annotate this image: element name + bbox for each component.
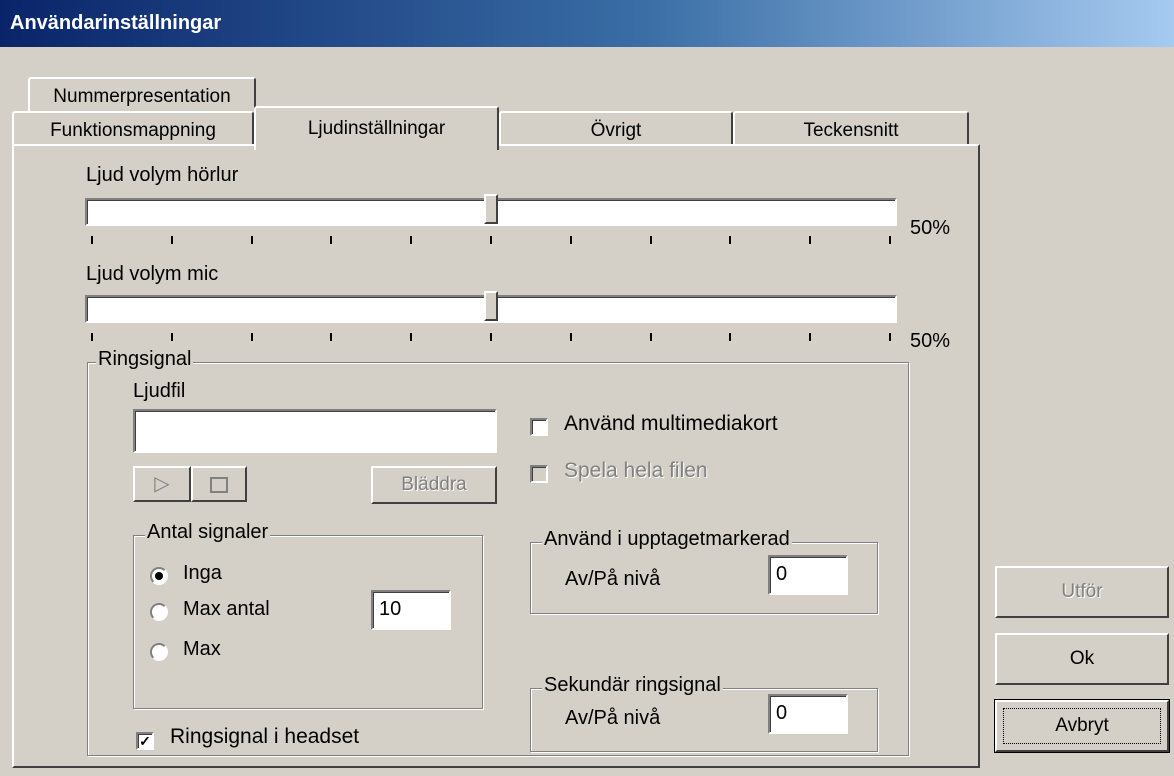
tab-ljudinstallningar[interactable]: Ljudinställningar [254,106,499,150]
mic-volume-thumb[interactable] [484,291,498,321]
radio-inga-label[interactable]: Inga [183,562,222,585]
slider-tick [649,333,652,341]
antal-signaler-legend: Antal signaler [145,521,271,544]
radio-max-antal-label[interactable]: Max antal [183,598,270,621]
slider-tick [889,333,891,341]
upptaget-legend: Använd i upptagetmarkerad [542,528,792,551]
use-multimedia-label[interactable]: Använd multimediakort [564,412,778,436]
slider-tick [330,333,333,341]
stop-button[interactable] [191,466,247,502]
play-button[interactable]: ▷ [133,466,191,502]
slider-tick [170,333,173,341]
stop-icon [210,476,228,493]
sekundar-level-input[interactable]: 0 [768,694,848,734]
slider-tick [889,236,891,244]
use-multimedia-checkbox[interactable] [530,418,548,436]
upptaget-level-input[interactable]: 0 [768,555,848,595]
radio-max-antal[interactable] [150,603,168,621]
ok-button[interactable]: Ok [995,633,1169,685]
sekundar-legend: Sekundär ringsignal [542,674,723,697]
slider-tick [330,236,333,244]
slider-tick [729,333,732,341]
radio-max[interactable] [150,643,168,661]
slider-tick [490,236,492,244]
browse-button[interactable]: Bläddra [371,466,497,504]
slider-tick [250,236,253,244]
slider-tick [809,333,812,341]
ringsignal-legend: Ringsignal [96,348,194,371]
headset-checkbox[interactable]: ✓ [136,732,154,750]
slider-tick [809,236,812,244]
slider-tick [410,236,413,244]
cancel-button[interactable]: Avbryt [994,699,1170,753]
radio-max-label[interactable]: Max [183,638,221,661]
slider-tick [569,236,572,244]
headphone-volume-value: 50% [910,217,951,239]
play-icon: ▷ [154,473,170,495]
tab-nummerpresentation[interactable]: Nummerpresentation [28,77,256,113]
slider-tick [490,333,492,341]
slider-tick [170,236,173,244]
headphone-volume-thumb[interactable] [484,194,498,224]
slider-tick [91,236,93,244]
slider-tick [569,333,572,341]
tab-funktionsmappning[interactable]: Funktionsmappning [12,111,254,146]
slider-tick [250,333,253,341]
title-bar[interactable]: Användarinställningar [0,0,1174,47]
slider-tick [91,333,93,341]
ljudfil-label: Ljudfil [133,380,186,402]
mic-volume-value: 50% [910,330,951,352]
play-whole-file-checkbox[interactable] [530,465,548,483]
headset-label[interactable]: Ringsignal i headset [170,725,359,749]
ljudfil-input[interactable] [133,409,497,453]
slider-tick [410,333,413,341]
upptaget-level-label: Av/På nivå [565,568,661,590]
play-whole-file-label[interactable]: Spela hela filen [564,459,708,483]
slider-tick [729,236,732,244]
max-antal-input[interactable]: 10 [371,590,451,630]
mic-volume-label: Ljud volym mic [86,263,219,285]
headphone-volume-label: Ljud volym hörlur [86,164,239,186]
slider-tick [649,236,652,244]
tab-ovrigt[interactable]: Övrigt [499,111,733,146]
apply-button[interactable]: Utför [995,566,1169,618]
tab-teckensnitt[interactable]: Teckensnitt [733,111,969,146]
sekundar-level-label: Av/På nivå [565,707,661,729]
window-title: Användarinställningar [10,12,222,34]
radio-inga[interactable] [150,567,168,585]
